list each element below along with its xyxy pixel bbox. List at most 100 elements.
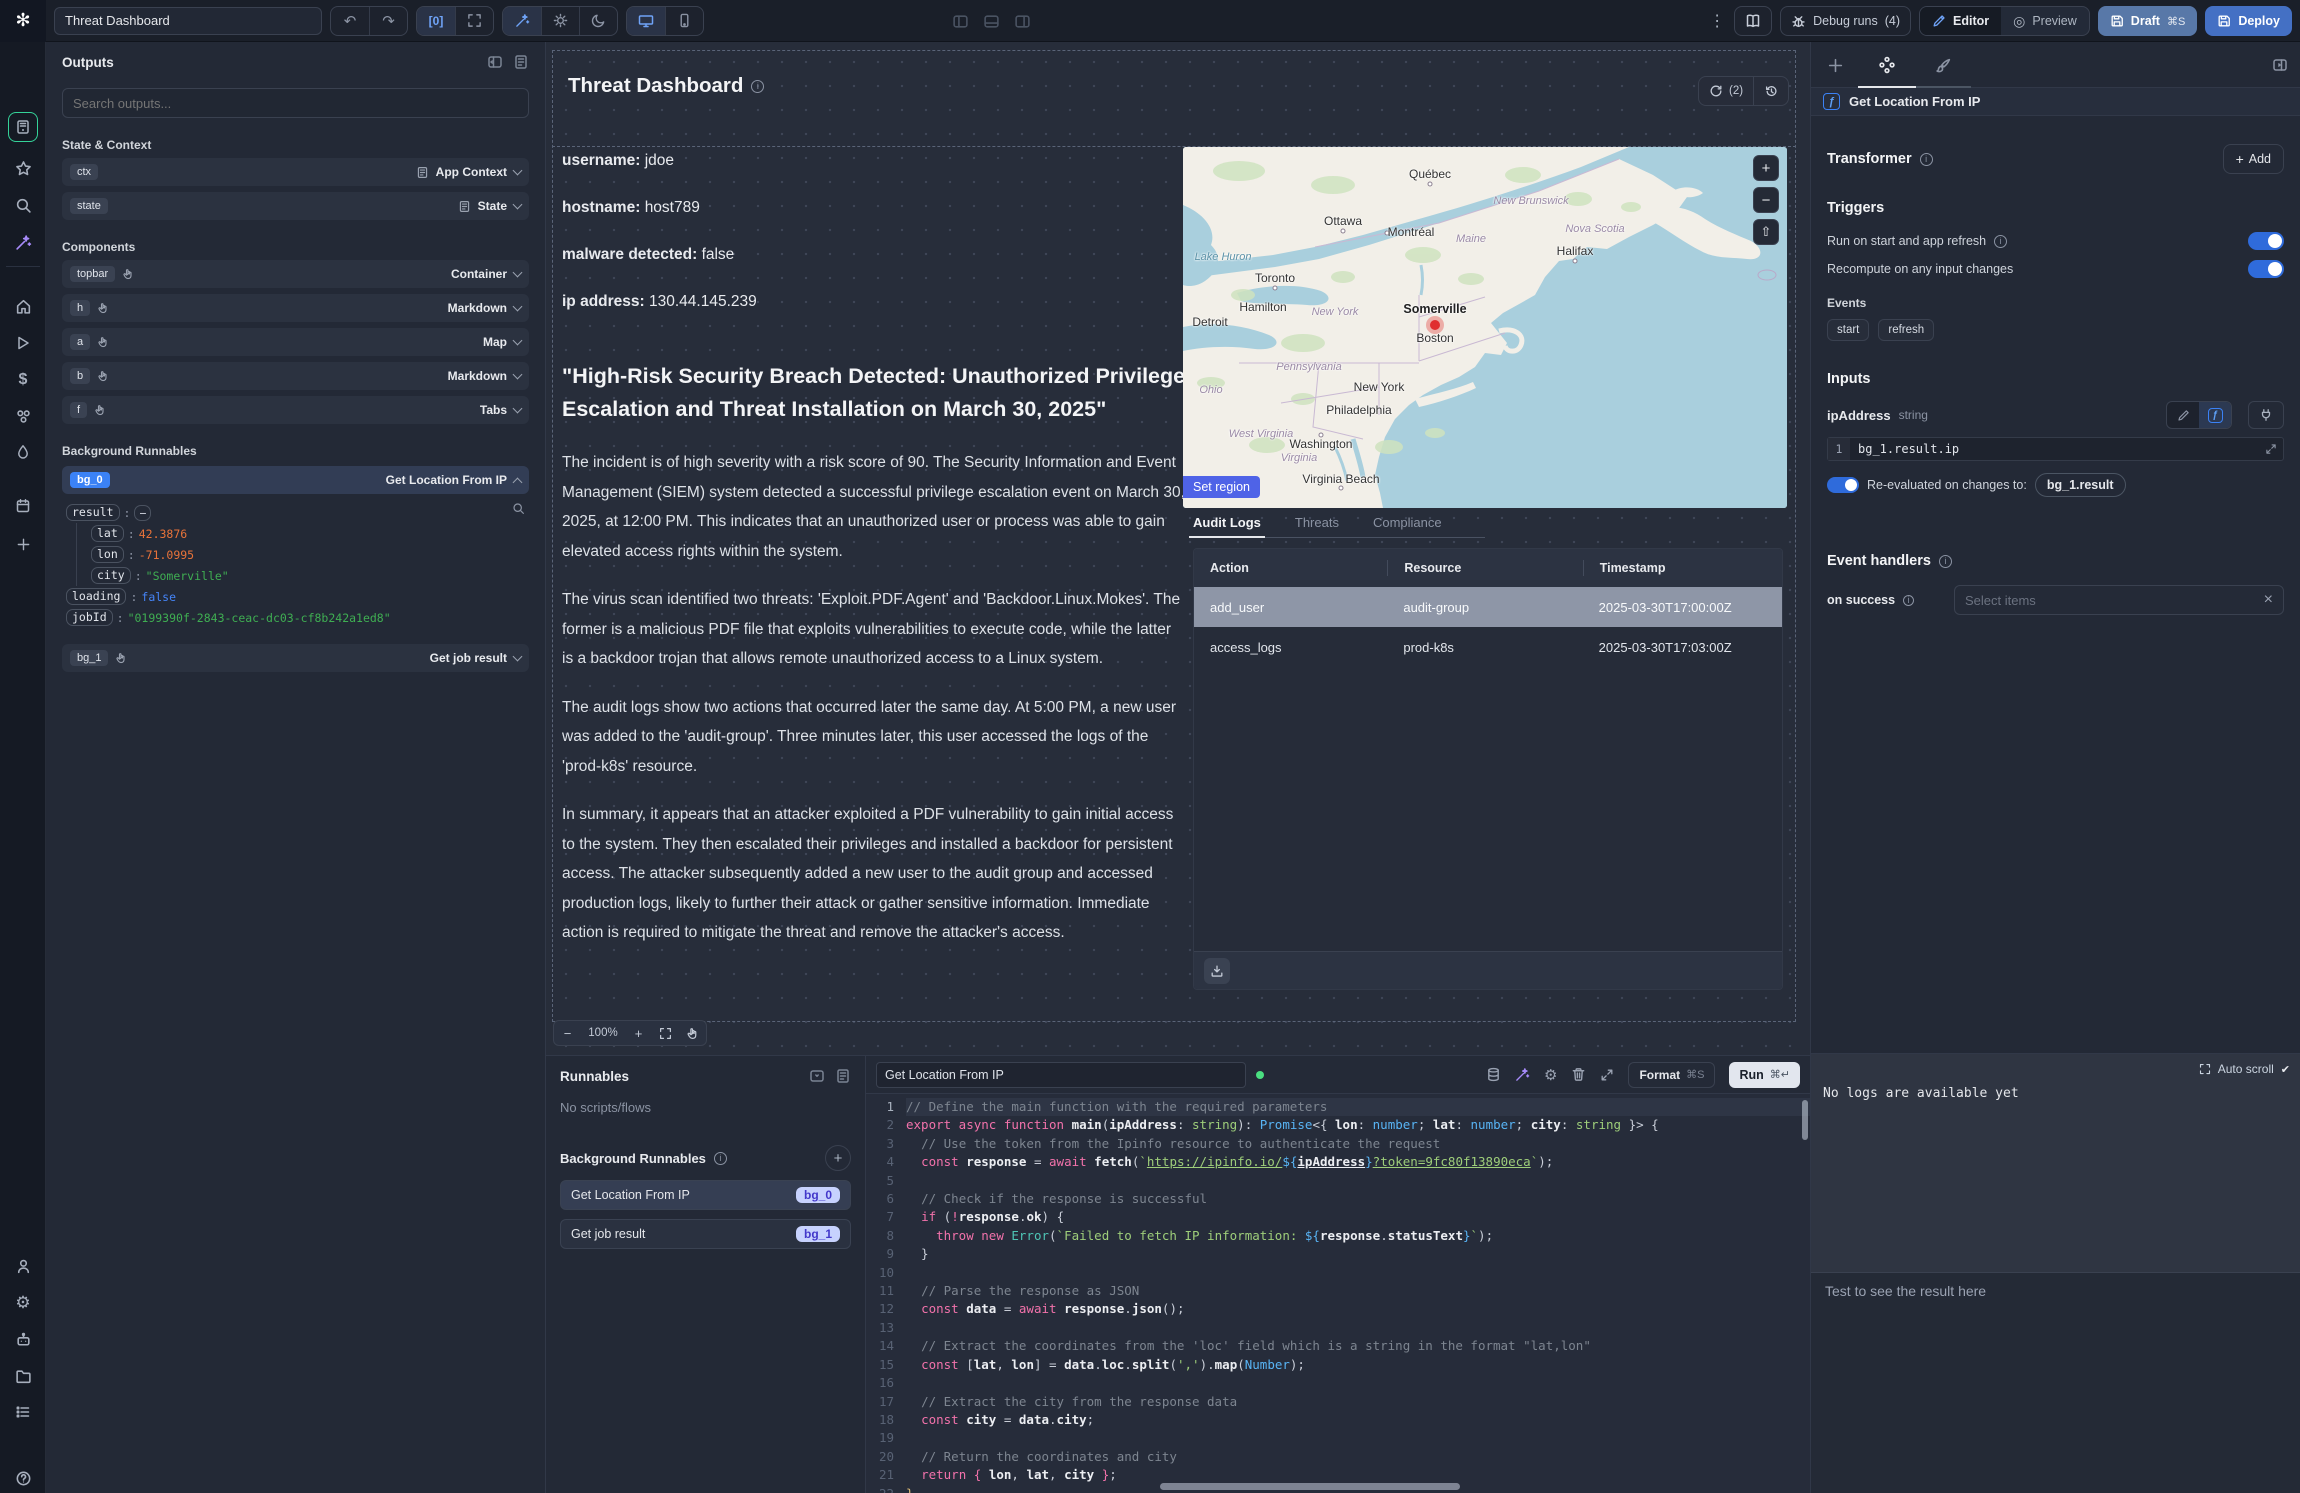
search-json-icon[interactable]	[512, 502, 525, 515]
chevron-down-icon[interactable]	[513, 336, 523, 346]
undo-button[interactable]	[331, 7, 369, 35]
code-line[interactable]: 4 const response = await fetch(`https://…	[866, 1153, 1810, 1171]
canvas-zoom-out-button[interactable]	[554, 1021, 581, 1045]
map-locate-button[interactable]	[1753, 219, 1779, 245]
collapse-node-button[interactable]	[134, 505, 151, 521]
rail-schedules[interactable]	[11, 440, 35, 464]
rail-variables[interactable]	[11, 368, 35, 392]
code-line[interactable]: 3 // Use the token from the Ipinfo resou…	[866, 1135, 1810, 1153]
editor-vertical-scrollbar[interactable]	[1802, 1100, 1808, 1140]
output-row-bg1[interactable]: bg_1 Get job result	[62, 644, 529, 672]
chevron-down-icon[interactable]	[513, 652, 523, 662]
tab-threats[interactable]: Threats	[1295, 508, 1339, 537]
output-row-a[interactable]: aMap	[62, 328, 529, 356]
code-line[interactable]: 17 // Extract the city from the response…	[866, 1393, 1810, 1411]
rail-user[interactable]	[11, 1254, 35, 1278]
rail-folders[interactable]	[11, 1364, 35, 1388]
runnable-item[interactable]: Get Location From IP bg_0	[560, 1180, 851, 1210]
refresh-components-button[interactable]: (2)	[1699, 77, 1753, 105]
light-theme-button[interactable]	[541, 7, 579, 35]
static-mode-button[interactable]	[2167, 402, 2199, 428]
tab-audit-logs[interactable]: Audit Logs	[1193, 508, 1261, 537]
add-transformer-button[interactable]: +Add	[2223, 144, 2284, 174]
run-on-start-toggle[interactable]	[2248, 232, 2284, 250]
code-line[interactable]: 1// Define the main function with the re…	[866, 1098, 1810, 1116]
code-line[interactable]: 19	[866, 1429, 1810, 1447]
dark-theme-button[interactable]	[579, 7, 617, 35]
runnable-name-input[interactable]	[876, 1062, 1246, 1088]
fit-view-button[interactable]	[455, 7, 493, 35]
expand-logs-icon[interactable]	[2199, 1063, 2211, 1075]
doc-icon[interactable]	[835, 1068, 851, 1084]
clear-select-icon[interactable]	[2264, 591, 2273, 609]
rail-workers[interactable]	[11, 1328, 35, 1352]
download-table-button[interactable]	[1204, 958, 1230, 984]
rail-help[interactable]	[11, 1466, 35, 1490]
tab-insert[interactable]	[1825, 55, 1845, 75]
column-action[interactable]: Action	[1194, 561, 1387, 575]
chevron-down-icon[interactable]	[513, 302, 523, 312]
map-component[interactable]: QuébecOttawaMontréalNew BrunswickMaineNo…	[1183, 147, 1787, 508]
reeval-toggle[interactable]	[1827, 477, 1859, 493]
rail-logs[interactable]	[11, 1400, 35, 1424]
app-title-input[interactable]	[54, 7, 322, 35]
output-row-state[interactable]: state State	[62, 192, 529, 220]
draft-button[interactable]: Draft ⌘S	[2098, 6, 2198, 36]
rail-favorites[interactable]	[11, 156, 35, 180]
code-line[interactable]: 5	[866, 1172, 1810, 1190]
code-line[interactable]: 10	[866, 1264, 1810, 1282]
chevron-down-icon[interactable]	[513, 166, 523, 176]
chevron-up-icon[interactable]	[513, 477, 523, 487]
expand-expression-icon[interactable]	[2265, 443, 2277, 455]
code-line[interactable]: 21 return { lon, lat, city };	[866, 1466, 1810, 1484]
tab-settings-nodes[interactable]	[1877, 55, 1897, 75]
windmill-logo-icon[interactable]	[0, 0, 46, 42]
code-line[interactable]: 12 const data = await response.json();	[866, 1300, 1810, 1318]
code-line[interactable]: 11 // Parse the response as JSON	[866, 1282, 1810, 1300]
recompute-toggle[interactable]	[2248, 260, 2284, 278]
tab-styling[interactable]	[1933, 55, 1953, 75]
ai-assist-icon[interactable]	[1515, 1067, 1530, 1082]
input-expression[interactable]: 1 bg_1.result.ip	[1827, 437, 2284, 461]
runnable-item[interactable]: Get job result bg_1	[560, 1219, 851, 1249]
code-line[interactable]: 2export async function main(ipAddress: s…	[866, 1116, 1810, 1134]
expr-mode-button[interactable]	[2199, 402, 2231, 428]
collapse-panel-icon[interactable]	[809, 1068, 825, 1084]
rail-resources[interactable]	[11, 404, 35, 428]
code-line[interactable]: 9 }	[866, 1245, 1810, 1263]
code-line[interactable]: 8 throw new Error(`Failed to fetch IP in…	[866, 1227, 1810, 1245]
redo-button[interactable]	[369, 7, 407, 35]
history-button[interactable]	[1753, 77, 1788, 105]
table-row[interactable]: access_logs prod-k8s 2025-03-30T17:03:00…	[1194, 627, 1782, 667]
rail-app-editor[interactable]	[8, 112, 38, 142]
deploy-button[interactable]: Deploy	[2205, 6, 2292, 36]
chevron-down-icon[interactable]	[513, 370, 523, 380]
search-outputs-input[interactable]	[62, 88, 529, 118]
canvas-zoom-in-button[interactable]	[625, 1021, 652, 1045]
code-line[interactable]: 6 // Check if the response is successful	[866, 1190, 1810, 1208]
table-row[interactable]: add_user audit-group 2025-03-30T17:00:00…	[1194, 587, 1782, 627]
code-line[interactable]: 15 const [lat, lon] = data.loc.split(','…	[866, 1356, 1810, 1374]
app-canvas[interactable]: Threat Dashboard (2) usernamejdoe hostna…	[546, 42, 1810, 1055]
delete-icon[interactable]	[1571, 1067, 1586, 1082]
chevron-down-icon[interactable]	[513, 200, 523, 210]
settings-icon[interactable]: ⚙	[1544, 1066, 1557, 1084]
run-button[interactable]: Run ⌘↵	[1729, 1062, 1800, 1088]
cache-icon[interactable]	[1486, 1067, 1501, 1082]
output-row-f[interactable]: fTabs	[62, 396, 529, 424]
add-background-runnable-button[interactable]	[825, 1145, 851, 1171]
chevron-down-icon[interactable]	[513, 404, 523, 414]
chevron-down-icon[interactable]	[513, 268, 523, 278]
canvas-fit-button[interactable]	[652, 1021, 679, 1045]
tab-preview[interactable]: Preview	[2001, 7, 2089, 35]
rail-search[interactable]	[11, 193, 35, 217]
rail-home[interactable]	[11, 294, 35, 318]
map-zoom-in-button[interactable]	[1753, 155, 1779, 181]
output-row-b[interactable]: bMarkdown	[62, 362, 529, 390]
output-row-topbar[interactable]: topbarContainer	[62, 260, 529, 288]
map-zoom-out-button[interactable]	[1753, 187, 1779, 213]
rail-runs[interactable]	[11, 331, 35, 355]
tab-editor[interactable]: Editor	[1920, 7, 2001, 35]
format-button[interactable]: Format ⌘S	[1628, 1062, 1715, 1088]
column-resource[interactable]: Resource	[1387, 560, 1582, 576]
